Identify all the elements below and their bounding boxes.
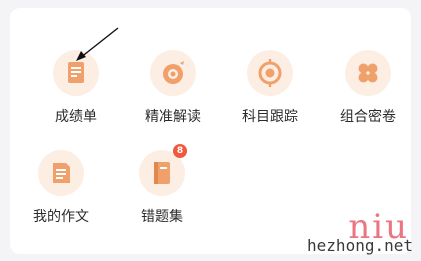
tile-label: 错题集 — [141, 209, 183, 225]
tile-label: 我的作文 — [33, 209, 89, 225]
tile-my-essay[interactable]: 我的作文 — [13, 148, 103, 238]
tile-label: 组合密卷 — [340, 109, 396, 125]
watermark-url: hezhong.net — [307, 236, 413, 255]
tile-combined-paper[interactable]: 组合密卷 — [320, 48, 410, 138]
tile-subject-tracking[interactable]: 科目跟踪 — [222, 48, 312, 138]
mistake-book-icon: 8 — [139, 144, 187, 196]
tile-label: 精准解读 — [145, 109, 201, 125]
pointer-arrow-icon — [76, 27, 119, 61]
notification-badge: 8 — [173, 144, 187, 158]
subject-tracking-icon — [247, 50, 293, 96]
my-essay-icon — [38, 150, 84, 196]
combined-paper-icon — [345, 50, 391, 96]
tile-precise-analysis[interactable]: 精准解读 — [125, 48, 215, 138]
tile-mistake-book[interactable]: 8 错题集 — [114, 144, 204, 238]
watermark: niu hezhong.net — [267, 207, 417, 255]
precise-analysis-icon — [150, 50, 196, 96]
tile-label: 科目跟踪 — [242, 109, 298, 125]
tile-label: 成绩单 — [55, 109, 97, 125]
